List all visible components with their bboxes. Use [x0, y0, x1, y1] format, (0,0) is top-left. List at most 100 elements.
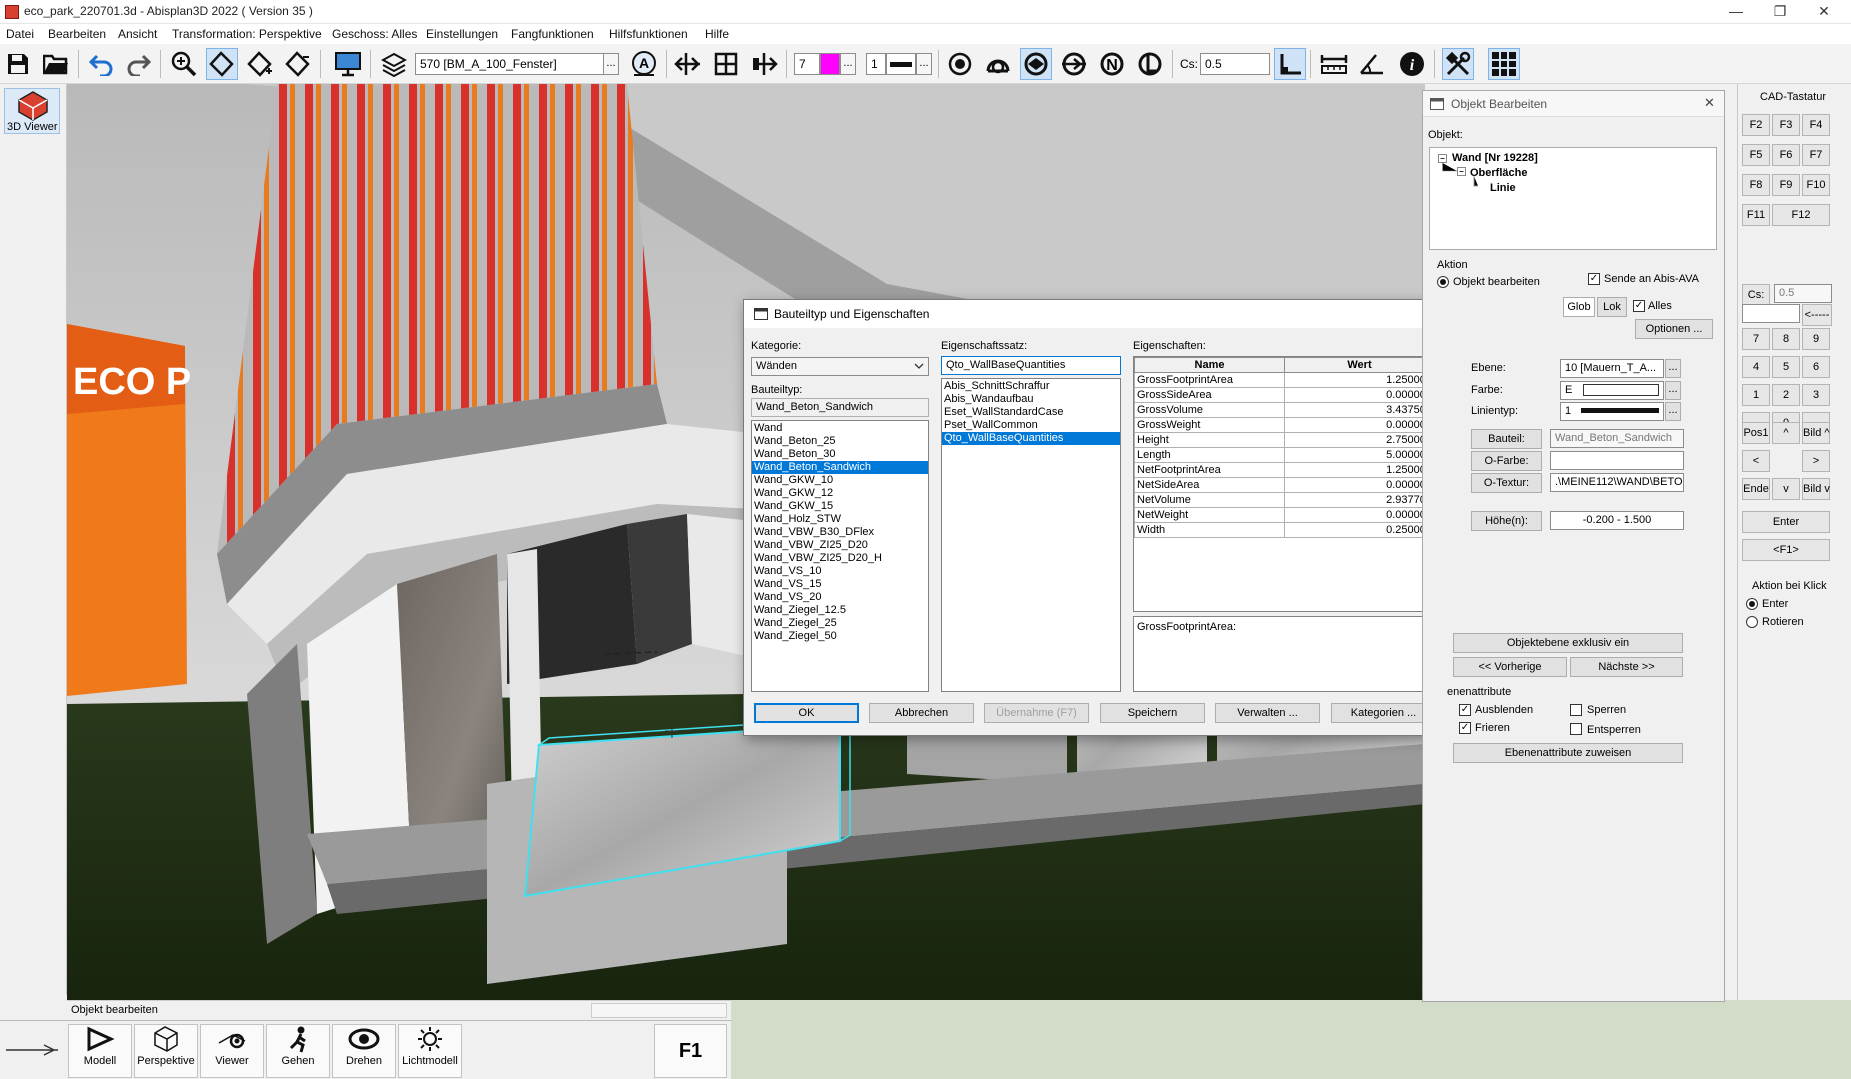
point-snap-icon[interactable] [944, 48, 976, 80]
farbe-field[interactable]: E [1560, 381, 1664, 400]
property-row[interactable]: NetVolume 2.937700 [1134, 492, 1435, 508]
numpad-key[interactable]: 2 [1772, 384, 1800, 406]
save-icon[interactable] [2, 48, 34, 80]
farbe-dots[interactable]: ... [1665, 381, 1681, 400]
bauteiltyp-list-item[interactable]: Wand_GKW_12 [752, 487, 928, 500]
bauteil-button[interactable]: Bauteil: [1471, 429, 1542, 449]
key-right[interactable]: > [1802, 450, 1830, 472]
3d-viewer-button[interactable]: 3D Viewer [4, 88, 60, 134]
key-down[interactable]: v [1772, 478, 1800, 500]
bauteiltyp-list-item[interactable]: Wand [752, 422, 928, 435]
numpad-key[interactable]: 7 [1742, 328, 1770, 350]
layer-combo[interactable]: 570 [BM_A_100_Fenster] [415, 53, 605, 75]
camera-pan-icon[interactable] [1058, 48, 1090, 80]
bauteiltyp-list-item[interactable]: Wand_VS_15 [752, 578, 928, 591]
numpad-key[interactable]: 5 [1772, 356, 1800, 378]
eigenschaftssatz-list-item[interactable]: Qto_WallBaseQuantities [942, 432, 1120, 445]
aktion-enter-radio[interactable] [1746, 598, 1758, 610]
numpad-key[interactable]: 6 [1802, 356, 1830, 378]
linientyp-field[interactable]: 1 [1560, 402, 1664, 421]
text-style-icon[interactable]: A [628, 48, 660, 80]
glob-button[interactable]: Glob [1563, 297, 1595, 317]
pen-dots[interactable]: ... [840, 53, 856, 75]
tree-wand[interactable]: Wand [Nr 19228] [1452, 152, 1538, 164]
bauteiltyp-list-item[interactable]: Wand_Beton_Sandwich [752, 461, 928, 474]
bauteiltyp-list[interactable]: Wand Wand_Beton_25 Wand_Beton_30 Wand_Beton… [751, 420, 929, 692]
property-value[interactable]: 0.000000 [1284, 477, 1435, 493]
property-value[interactable]: 5.000000 [1284, 447, 1435, 463]
menu-hilfsfunktionen[interactable]: Hilfsfunktionen [609, 27, 688, 41]
ofarbe-button[interactable]: O-Farbe: [1471, 451, 1542, 471]
key-f1[interactable]: <F1> [1742, 539, 1830, 561]
menu-datei[interactable]: Datei [6, 27, 34, 41]
key-ende[interactable]: Ende [1742, 478, 1770, 500]
layer-combo-dots[interactable]: ... [603, 53, 619, 75]
frieren-checkbox[interactable]: ✓ [1459, 722, 1471, 734]
bauteiltyp-list-item[interactable]: Wand_Beton_30 [752, 448, 928, 461]
lichtmodell-button[interactable]: Lichtmodell [398, 1024, 462, 1078]
numpad-key[interactable]: 9 [1802, 328, 1830, 350]
uebernahme-button[interactable]: Übernahme (F7) [984, 703, 1089, 723]
bauteiltyp-list-item[interactable]: Wand_Holz_STW [752, 513, 928, 526]
property-value[interactable]: 0.000000 [1284, 417, 1435, 433]
angle-icon[interactable] [1356, 48, 1388, 80]
key-f12[interactable]: F12 [1772, 204, 1830, 226]
kategorien-button[interactable]: Kategorien ... [1331, 703, 1436, 723]
naechste-button[interactable]: Nächste >> [1570, 657, 1683, 677]
bauteiltyp-list-item[interactable]: Wand_GKW_10 [752, 474, 928, 487]
level-icon[interactable] [1134, 48, 1166, 80]
bauteiltyp-list-item[interactable]: Wand_Ziegel_50 [752, 630, 928, 643]
key-f8[interactable]: F8 [1742, 174, 1770, 196]
camera-orbit-icon[interactable] [1020, 48, 1052, 80]
numpad-key[interactable]: 4 [1742, 356, 1770, 378]
eigenschaftssatz-list-item[interactable]: Eset_WallStandardCase [942, 406, 1120, 419]
bauteiltyp-list-item[interactable]: Wand_Beton_25 [752, 435, 928, 448]
otextur-field[interactable]: .\MEINE112\WAND\BETON\ [1550, 473, 1684, 492]
minimize-button[interactable]: — [1714, 0, 1758, 24]
bauteiltyp-list-item[interactable]: Wand_VS_20 [752, 591, 928, 604]
line-style-swatch[interactable] [886, 53, 916, 75]
ebenenattribute-zuweisen-button[interactable]: Ebenenattribute zuweisen [1453, 743, 1683, 763]
numpad-key[interactable]: 3 [1802, 384, 1830, 406]
menu-geschoss[interactable]: Geschoss: Alles [332, 27, 417, 41]
perspektive-button[interactable]: Perspektive [134, 1024, 198, 1078]
snap-right-icon[interactable] [748, 48, 780, 80]
verwalten-button[interactable]: Verwalten ... [1215, 703, 1320, 723]
viewer-button[interactable]: Viewer [200, 1024, 264, 1078]
property-value[interactable]: 1.250000 [1284, 372, 1435, 388]
property-value[interactable]: 0.000000 [1284, 387, 1435, 403]
info-icon[interactable]: i [1396, 48, 1428, 80]
key-bild-up[interactable]: Bild ^ [1802, 422, 1830, 444]
vorherige-button[interactable]: << Vorherige [1453, 657, 1567, 677]
line-number[interactable]: 1 [866, 53, 886, 75]
cs-input[interactable]: 0.5 [1200, 53, 1270, 75]
key-pos1[interactable]: Pos1 [1742, 422, 1770, 444]
property-value[interactable]: 1.250000 [1284, 462, 1435, 478]
menu-bearbeiten[interactable]: Bearbeiten [48, 27, 106, 41]
speichern-button[interactable]: Speichern [1100, 703, 1205, 723]
key-f2[interactable]: F2 [1742, 114, 1770, 136]
bauteiltyp-list-item[interactable]: Wand_VBW_ZI25_D20 [752, 539, 928, 552]
property-row[interactable]: GrossSideArea 0.000000 [1134, 387, 1435, 403]
key-up[interactable]: ^ [1772, 422, 1800, 444]
optionen-button[interactable]: Optionen ... [1635, 319, 1713, 339]
drehen-button[interactable]: Drehen [332, 1024, 396, 1078]
key-f7[interactable]: F7 [1802, 144, 1830, 166]
layers-icon[interactable] [378, 48, 410, 80]
gehen-button[interactable]: Gehen [266, 1024, 330, 1078]
ausblenden-checkbox[interactable]: ✓ [1459, 704, 1471, 716]
numpad-key[interactable]: 1 [1742, 384, 1770, 406]
property-row[interactable]: Length 5.000000 [1134, 447, 1435, 463]
pen-number[interactable]: 7 [794, 53, 820, 75]
aktion-rotieren-radio[interactable] [1746, 616, 1758, 628]
key-left[interactable]: < [1742, 450, 1770, 472]
pen-color-swatch[interactable] [820, 53, 840, 75]
abbrechen-button[interactable]: Abbrechen [869, 703, 974, 723]
properties-grid[interactable]: Name Wert GrossFootprintArea 1.250000 Gros… [1133, 356, 1436, 612]
modell-button[interactable]: Modell [68, 1024, 132, 1078]
key-f3[interactable]: F3 [1772, 114, 1800, 136]
tools-icon[interactable] [1442, 48, 1474, 80]
monitor-icon[interactable] [332, 48, 364, 80]
tree-oberflaeche[interactable]: Oberfläche [1470, 167, 1527, 179]
bauteiltyp-list-item[interactable]: Wand_VS_10 [752, 565, 928, 578]
